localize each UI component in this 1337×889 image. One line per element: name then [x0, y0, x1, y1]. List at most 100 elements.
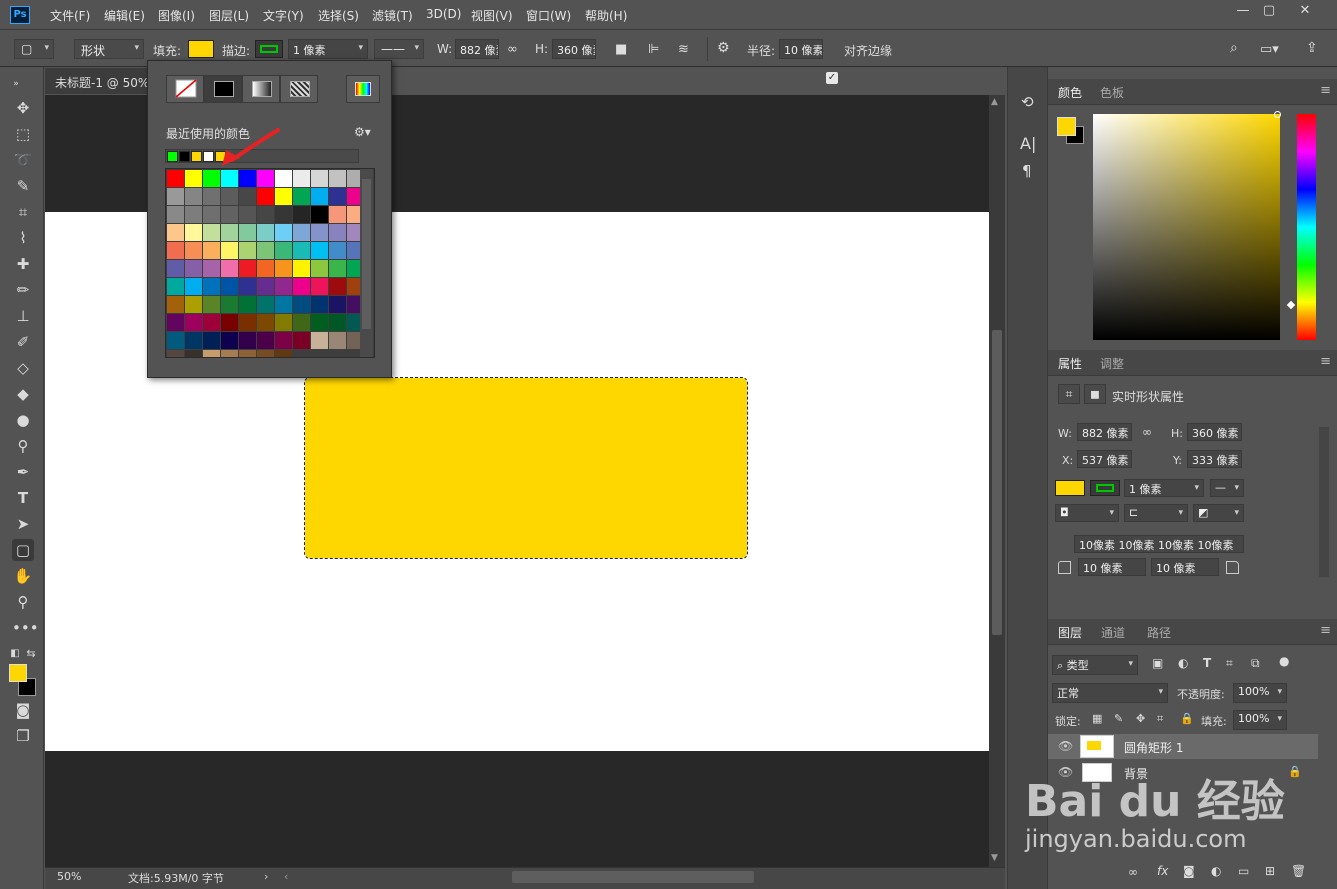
color-swatch[interactable] [257, 260, 274, 277]
filter-pixel-icon[interactable]: ▣ [1152, 656, 1163, 670]
color-swatch[interactable] [311, 260, 328, 277]
tool-preset-picker[interactable]: ▢ ▾ [14, 39, 54, 59]
color-swatch[interactable] [167, 296, 184, 313]
document-tab[interactable]: 未标题-1 @ 50% [45, 68, 155, 94]
prop-x-field[interactable]: 537 像素 [1077, 450, 1132, 468]
swatch-scrollbar[interactable] [360, 169, 373, 357]
color-swatch[interactable] [293, 188, 310, 205]
color-swatch[interactable] [167, 314, 184, 331]
link-icon[interactable]: ∞ [1142, 425, 1152, 439]
zoom-level[interactable]: 50% [57, 870, 81, 883]
type-tool-icon[interactable]: T [12, 487, 34, 509]
color-swatch[interactable] [275, 206, 292, 223]
color-swatch[interactable] [275, 278, 292, 295]
gradient-button[interactable] [242, 75, 280, 103]
lasso-tool-icon[interactable]: ➰ [12, 149, 34, 171]
properties-scrollbar[interactable] [1319, 427, 1329, 577]
color-swatch[interactable] [185, 242, 202, 259]
color-swatch[interactable] [239, 350, 256, 357]
prop-stroke-type[interactable]: — ▾ [1210, 479, 1244, 497]
color-swatch[interactable] [167, 278, 184, 295]
color-swatch[interactable] [167, 206, 184, 223]
color-swatch[interactable] [221, 242, 238, 259]
horizontal-scrollbar-thumb[interactable] [512, 871, 754, 883]
color-swatch[interactable] [203, 206, 220, 223]
opacity-field[interactable]: 100% ▾ [1233, 683, 1287, 703]
color-swatch[interactable] [221, 260, 238, 277]
blend-mode-select[interactable]: 正常 ▾ [1052, 683, 1168, 703]
prop-corner-radii[interactable]: 10像素 10像素 10像素 10像素 [1074, 535, 1244, 553]
panel-menu-icon[interactable]: ≡ [1320, 83, 1331, 98]
color-swatch[interactable] [185, 314, 202, 331]
color-swatch[interactable] [203, 224, 220, 241]
fx-icon[interactable]: fx [1157, 864, 1168, 878]
color-field-marker[interactable] [1274, 111, 1281, 118]
color-swatch[interactable] [185, 332, 202, 349]
recent-color-swatch[interactable] [179, 151, 190, 162]
color-swatch[interactable] [203, 278, 220, 295]
history-brush-icon[interactable]: ✐ [12, 331, 34, 353]
collapse-icon[interactable]: » [5, 73, 27, 95]
menu-item[interactable]: 窗口(W) [526, 7, 571, 24]
new-group-icon[interactable]: ▭ [1238, 864, 1249, 878]
color-swatch[interactable] [329, 260, 346, 277]
stroke-type-select[interactable]: —— ▾ [374, 39, 424, 59]
color-swatch[interactable] [167, 332, 184, 349]
pen-tool-icon[interactable]: ✒ [12, 461, 34, 483]
healing-tool-icon[interactable]: ✚ [12, 253, 34, 275]
add-mask-icon[interactable]: ◙ [1183, 864, 1195, 878]
swatch-options-gear-icon[interactable]: ⚙▾ [354, 125, 371, 139]
shape-props-icon[interactable]: ⌗ [1058, 384, 1080, 404]
height-field[interactable]: 360 像素 [552, 39, 596, 59]
color-swatch[interactable] [311, 314, 328, 331]
blur-tool-icon[interactable]: ● [12, 409, 34, 431]
color-swatch[interactable] [203, 314, 220, 331]
color-swatch[interactable] [239, 278, 256, 295]
color-swatch[interactable] [185, 224, 202, 241]
move-tool-icon[interactable]: ✥ [12, 97, 34, 119]
character-panel-icon[interactable]: A| [1020, 134, 1036, 153]
scroll-down-icon[interactable]: ▼ [991, 853, 998, 863]
align-edges-checkbox[interactable]: ✓ [826, 72, 838, 84]
lock-all-icon[interactable]: 🔒 [1180, 712, 1194, 725]
tab-color[interactable]: 颜色 [1058, 84, 1082, 101]
marquee-tool-icon[interactable]: ⬚ [12, 123, 34, 145]
path-select-icon[interactable]: ➤ [12, 513, 34, 535]
lock-transparent-icon[interactable]: ▦ [1092, 712, 1102, 725]
color-swatch[interactable] [329, 332, 346, 349]
search-icon[interactable]: ⌕ [1230, 40, 1238, 56]
menu-item[interactable]: 选择(S) [318, 7, 359, 24]
menu-item[interactable]: 编辑(E) [104, 7, 145, 24]
link-icon[interactable]: ∞ [507, 42, 518, 57]
chevron-right-icon[interactable]: › [264, 870, 268, 883]
recent-color-swatch[interactable] [167, 151, 178, 162]
history-panel-icon[interactable]: ⟲ [1021, 93, 1034, 111]
path-alignment-icon[interactable]: ⊫ [648, 42, 659, 57]
color-swatch[interactable] [167, 188, 184, 205]
color-swatch[interactable] [275, 314, 292, 331]
prop-y-field[interactable]: 333 像素 [1187, 450, 1242, 468]
color-swatch[interactable] [329, 296, 346, 313]
color-swatch[interactable] [311, 242, 328, 259]
color-swatch[interactable] [221, 170, 238, 187]
color-swatch[interactable] [257, 332, 274, 349]
stamp-tool-icon[interactable]: ⊥ [12, 305, 34, 327]
color-swatch[interactable] [311, 170, 328, 187]
color-swatch[interactable] [257, 206, 274, 223]
hue-slider[interactable] [1297, 114, 1316, 340]
brush-tool-icon[interactable]: ✏ [12, 279, 34, 301]
prop-stroke-width[interactable]: 1 像素 ▾ [1124, 479, 1204, 497]
color-swatch[interactable] [239, 332, 256, 349]
color-swatch[interactable] [293, 242, 310, 259]
color-swatch[interactable] [293, 224, 310, 241]
prop-corner-a[interactable]: 10 像素 [1078, 558, 1146, 576]
fill-color-swatch[interactable] [188, 40, 214, 58]
color-swatch[interactable] [293, 314, 310, 331]
color-swatch[interactable] [275, 350, 292, 357]
color-swatch[interactable] [275, 188, 292, 205]
menu-item[interactable]: 视图(V) [471, 7, 513, 24]
path-operations-icon[interactable]: ■ [615, 42, 627, 57]
filter-type-icon[interactable]: T [1203, 656, 1211, 670]
share-icon[interactable]: ⇪ [1306, 40, 1318, 56]
more-tools-icon[interactable]: ••• [12, 617, 39, 639]
